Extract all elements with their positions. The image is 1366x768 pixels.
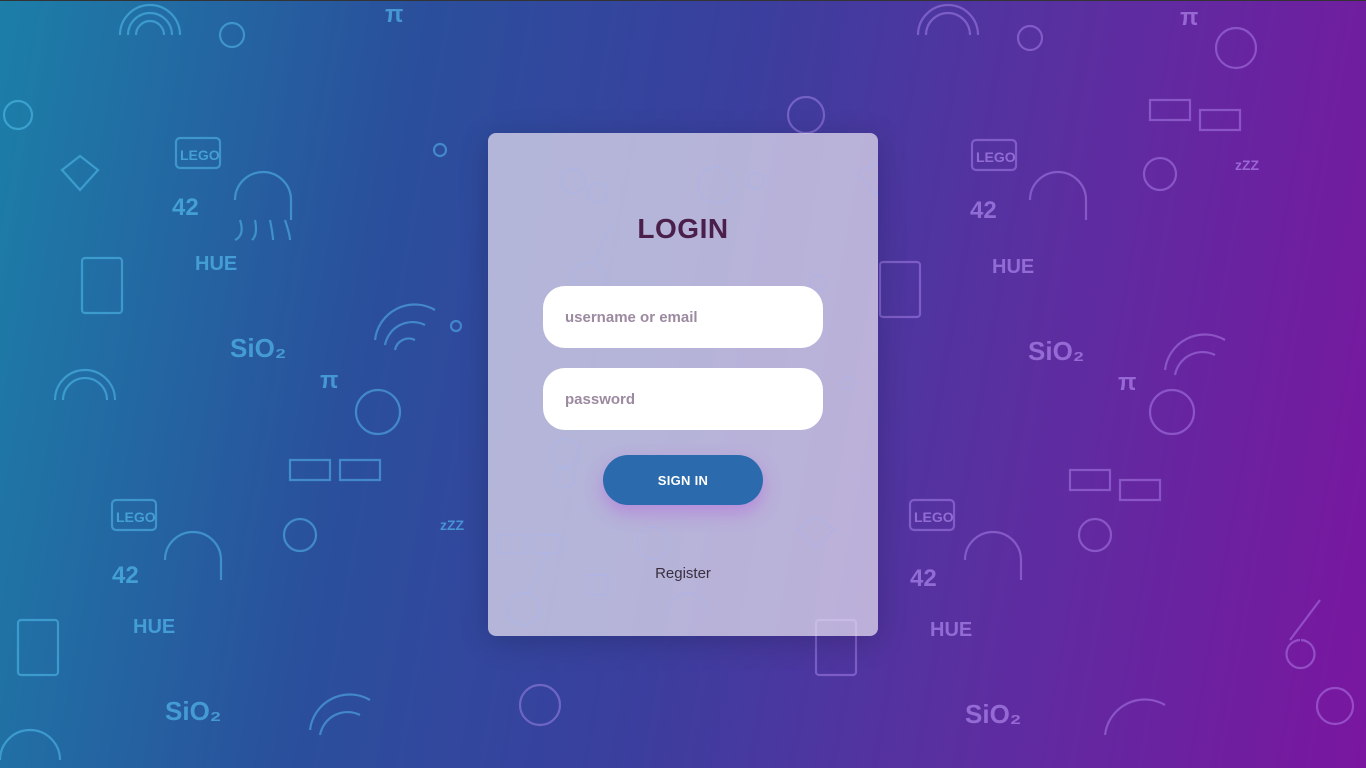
lego-icon: [970, 138, 1018, 172]
rainbow-icon: [916, 3, 980, 36]
skull-icon: [218, 21, 246, 49]
dot-icon: [432, 142, 448, 158]
lego-icon: [908, 498, 956, 532]
doodle-text-lego: LEGO: [976, 149, 1016, 165]
face-icon: [697, 166, 735, 204]
diamond-icon: [796, 515, 836, 551]
rainbow-icon: [667, 592, 709, 614]
wifi-icon: [1103, 698, 1166, 736]
doodle-text-sio2: SiO₂: [965, 699, 1021, 729]
octopus-icon: [1028, 170, 1088, 220]
glasses-icon: [288, 458, 382, 482]
dot-icon: [449, 319, 463, 333]
doodle-text-pi: π: [320, 367, 338, 394]
donut-icon: [554, 467, 576, 489]
book-icon: [80, 256, 124, 315]
doodle-text-sio2: SiO₂: [1028, 336, 1084, 366]
doodle-text-pi: π: [1118, 369, 1136, 396]
doodle-text-hue: HUE: [930, 619, 972, 641]
doodle-text-zzz: zZZ: [440, 517, 465, 533]
target-icon: [747, 172, 765, 190]
glasses-icon: [1148, 98, 1242, 132]
atom-icon: [786, 95, 826, 135]
octopus-icon: [233, 170, 293, 241]
dot-icon: [841, 376, 855, 390]
diamond-icon: [856, 161, 878, 197]
donut-icon: [550, 438, 580, 468]
doodle-text-42: 42: [970, 197, 997, 224]
doodle-text-zzz: zZZ: [1235, 157, 1260, 173]
doodle-text-pi: π: [1180, 4, 1198, 31]
password-input[interactable]: [543, 368, 823, 430]
wifi-icon: [373, 303, 436, 351]
wifi-icon: [1163, 333, 1226, 376]
book-icon: [878, 260, 922, 319]
spider-icon: [1148, 388, 1196, 436]
lego-icon: [110, 498, 158, 532]
diamond-icon: [60, 154, 100, 192]
lego-icon: [174, 136, 222, 170]
top-border: [0, 0, 1366, 1]
register-link[interactable]: Register: [488, 565, 878, 582]
guitar-icon: [506, 552, 549, 626]
rainbow-icon: [118, 3, 182, 36]
doodle-circle-icon: [2, 99, 34, 131]
spider-icon: [354, 388, 402, 436]
doodle-circle-icon: [560, 168, 586, 194]
doodle-text-pi: π: [385, 1, 403, 28]
doodle-text-42: 42: [112, 562, 139, 589]
glasses-icon: [1068, 468, 1162, 502]
doodle-text-42: 42: [910, 565, 937, 592]
doodle-text-lego: LEGO: [180, 147, 220, 163]
doodle-text-sio2: SiO₂: [230, 333, 286, 363]
doodle-text-lego: LEGO: [914, 509, 954, 525]
username-email-input[interactable]: [543, 286, 823, 348]
login-card: LOGIN SIGN IN Register: [488, 133, 878, 636]
octopus-icon: [163, 530, 223, 580]
face-icon: [636, 526, 670, 560]
sign-in-button[interactable]: SIGN IN: [603, 455, 763, 505]
target-icon: [1315, 686, 1355, 726]
doodle-text-hue: HUE: [992, 256, 1034, 278]
rainbow-icon: [0, 728, 62, 761]
spider-icon: [1214, 26, 1258, 70]
doodle-text-42: 42: [172, 194, 199, 221]
flower-icon: [282, 517, 318, 553]
wifi-icon: [308, 693, 371, 736]
doodle-text-lego: LEGO: [116, 509, 156, 525]
doodle-text-sio2: SiO₂: [165, 696, 221, 726]
doodle-circle-icon: [587, 182, 609, 204]
octopus-icon: [963, 530, 1023, 580]
doodle-text-hue: HUE: [195, 253, 237, 275]
skull-icon: [1016, 24, 1044, 52]
glasses-icon: [497, 534, 561, 554]
rainbow-icon: [53, 368, 117, 401]
flower-icon: [1142, 156, 1178, 192]
login-title: LOGIN: [637, 213, 729, 244]
donut-icon: [518, 683, 562, 727]
flower-icon: [1077, 517, 1113, 553]
doodle-text-hue: HUE: [133, 616, 175, 638]
guitar-icon: [1285, 599, 1321, 670]
book-icon: [16, 618, 60, 677]
